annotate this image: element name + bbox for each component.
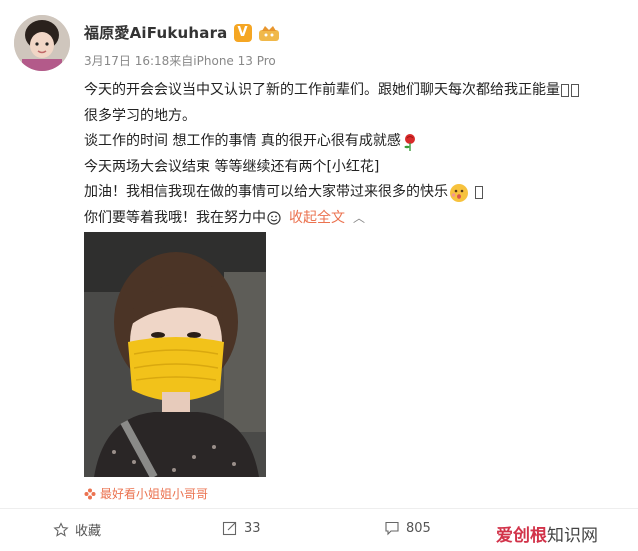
post-line-text: 今天两场大会议结束 等等继续还有两个[小红花]	[84, 158, 380, 175]
post-content: 今天的开会会议当中又认识了新的工作前辈们。跟她们聊天每次都给我正能量 很多学习的…	[84, 78, 632, 231]
unknown-glyph-icon	[475, 186, 483, 200]
vip-badge: V	[233, 23, 252, 42]
star-icon	[53, 521, 69, 537]
watermark-suffix: 知识网	[547, 525, 598, 546]
chevron-up-icon[interactable]: ︿	[353, 206, 365, 232]
collapse-full-text-link[interactable]: 收起全文	[289, 206, 345, 232]
smile-emoji-icon	[267, 211, 281, 225]
comment-icon	[385, 521, 399, 536]
post-meta: 3月17日 16:18来自iPhone 13 Pro	[84, 54, 276, 68]
post-line-text: 加油！我相信我现在做的事情可以给大家带过来很多的快乐	[84, 184, 448, 200]
favorite-label: 收藏	[75, 524, 102, 539]
post-line: 加油！我相信我现在做的事情可以给大家带过来很多的快乐	[84, 180, 632, 206]
post-line-text: 你们要等着我哦！我在努力中	[84, 209, 266, 226]
post-line: 很多学习的地方。	[84, 104, 632, 130]
username[interactable]: 福原愛AiFukuhara	[84, 22, 228, 43]
favorite-button[interactable]: 收藏	[53, 520, 101, 539]
post-line: 你们要等着我哦！我在努力中 收起全文 ︿	[84, 206, 632, 232]
post-line-text: 今天的开会会议当中又认识了新的工作前辈们。跟她们聊天每次都给我正能量	[84, 82, 560, 98]
site-watermark: 爱创根 知识网	[496, 520, 636, 546]
rose-emoji-icon	[404, 133, 415, 151]
post-line-text: 谈工作的时间 想工作的事情 真的很开心很有成就感	[84, 133, 401, 149]
repost-count: 33	[244, 520, 261, 536]
repost-button[interactable]: 33	[222, 520, 261, 536]
image-tag[interactable]: 最好看小姐姐小哥哥	[84, 485, 208, 502]
name-row: 福原愛AiFukuhara V	[84, 22, 280, 43]
post-line-text: 很多学习的地方。	[84, 107, 196, 124]
crown-level-icon	[258, 25, 279, 41]
post-line: 今天的开会会议当中又认识了新的工作前辈们。跟她们聊天每次都给我正能量	[84, 78, 632, 104]
comment-count: 805	[406, 520, 431, 536]
comment-button[interactable]: 805	[384, 520, 431, 536]
watermark-brand: 爱创根	[496, 525, 547, 546]
post-photo[interactable]	[84, 232, 266, 477]
divider	[0, 508, 638, 509]
photo-image	[84, 232, 266, 477]
image-tag-label: 最好看小姐姐小哥哥	[100, 487, 209, 501]
unknown-glyph-icon	[571, 84, 579, 98]
unknown-glyph-icon	[561, 84, 569, 98]
avatar[interactable]	[14, 15, 70, 71]
post-line: 今天两场大会议结束 等等继续还有两个[小红花]	[84, 155, 632, 181]
flower-icon	[84, 488, 96, 499]
avatar-image	[14, 15, 70, 71]
post-line: 谈工作的时间 想工作的事情 真的很开心很有成就感	[84, 129, 632, 155]
kiss-emoji-icon	[450, 183, 468, 202]
repost-icon	[222, 521, 237, 536]
